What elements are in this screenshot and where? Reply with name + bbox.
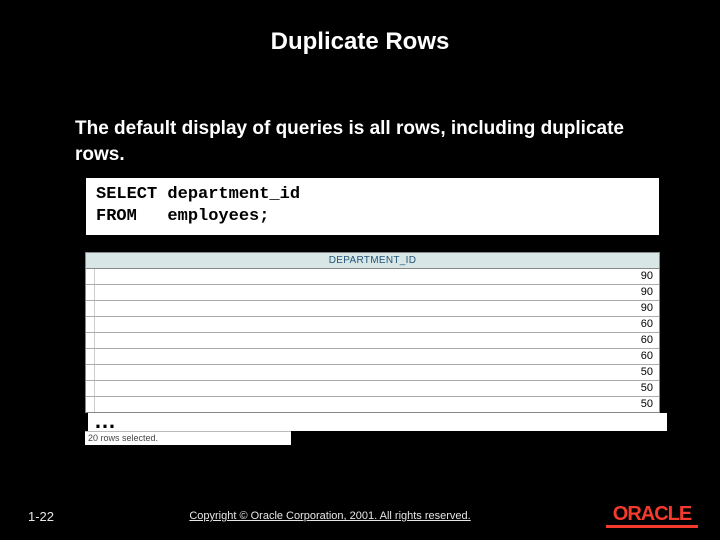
oracle-logo-text: ORACLE xyxy=(613,505,691,524)
oracle-logo-bar-icon xyxy=(606,525,698,528)
table-row: 60 xyxy=(86,333,659,349)
oracle-logo: ORACLE xyxy=(606,505,698,528)
rowcount-text: 20 rows selected. xyxy=(85,431,291,445)
table-row: 90 xyxy=(86,269,659,285)
footer: 1-22 Copyright © Oracle Corporation, 200… xyxy=(0,492,720,540)
sql-code-box: SELECT department_id FROM employees; xyxy=(85,177,660,236)
table-row: 60 xyxy=(86,317,659,333)
slide-subtitle: The default display of queries is all ro… xyxy=(75,116,660,167)
slide-title: Duplicate Rows xyxy=(0,0,720,56)
result-table: DEPARTMENT_ID 90 90 90 60 60 60 50 50 50 xyxy=(85,252,660,413)
page-number: 1-22 xyxy=(28,509,54,524)
result-header: DEPARTMENT_ID xyxy=(86,253,659,269)
table-row: 60 xyxy=(86,349,659,365)
copyright-text: Copyright © Oracle Corporation, 2001. Al… xyxy=(189,510,470,522)
table-row: 90 xyxy=(86,301,659,317)
table-row: 50 xyxy=(86,365,659,381)
table-row: 50 xyxy=(86,381,659,397)
table-row: 50 xyxy=(86,397,659,412)
table-row: 90 xyxy=(86,285,659,301)
ellipsis: … xyxy=(88,413,667,431)
slide: Duplicate Rows The default display of qu… xyxy=(0,0,720,540)
